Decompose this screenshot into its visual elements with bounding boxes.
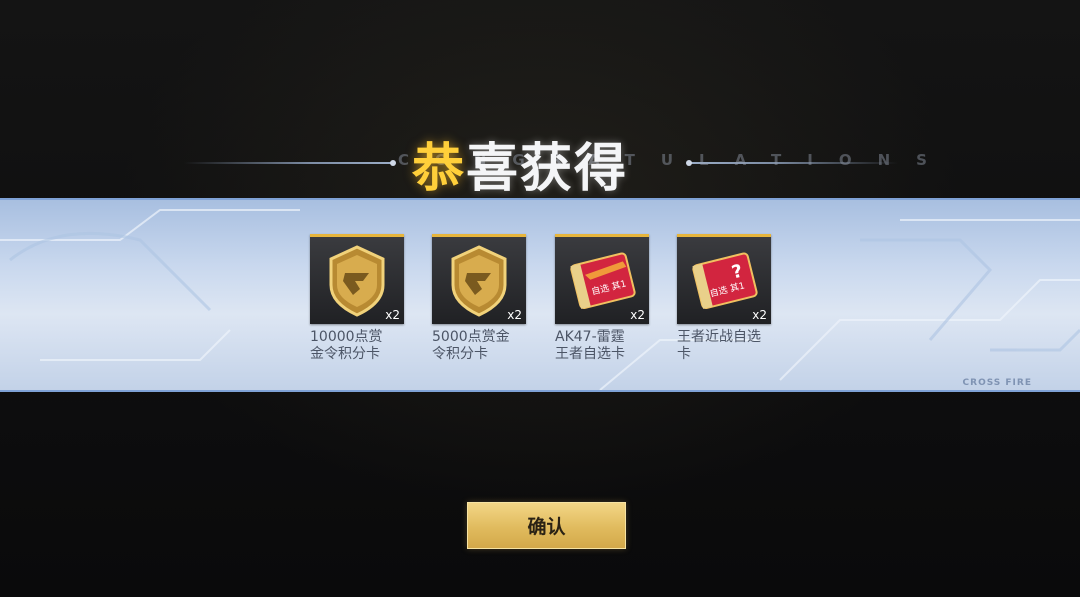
reward-name-line2: 卡 (677, 346, 691, 362)
gold-badge-icon (329, 245, 385, 317)
reward-name-line1: 5000点赏金 (432, 329, 510, 345)
title-divider-left (184, 160, 396, 166)
title-rest: 喜获得 (466, 139, 629, 199)
reward-name-line2: 王者自选卡 (555, 346, 625, 362)
reward-item-3[interactable]: 自选 其1 x2 AK47-雷霆 王者自选卡 (555, 234, 649, 363)
reward-item-4[interactable]: ? 自选 其1 x2 王者近战自选 卡 (677, 234, 771, 363)
reward-name: 王者近战自选 卡 (677, 329, 787, 363)
title-highlight: 恭 (412, 139, 467, 199)
mystery-select-card-icon: ? 自选 其1 (692, 252, 758, 310)
reward-card[interactable]: 自选 其1 x2 (555, 234, 649, 324)
brand-watermark: CROSS FIRE (962, 378, 1032, 388)
reward-card[interactable]: x2 (310, 234, 404, 324)
reward-name-line1: 10000点赏 (310, 329, 383, 345)
reward-count: x2 (385, 308, 400, 322)
confirm-button[interactable]: 确认 (467, 502, 626, 549)
reward-count: x2 (752, 308, 767, 322)
dialog-title: 恭喜获得 (412, 126, 672, 199)
reward-count: x2 (630, 308, 645, 322)
reward-name-line2: 金令积分卡 (310, 346, 380, 362)
reward-count: x2 (507, 308, 522, 322)
reward-name-line1: 王者近战自选 (677, 329, 761, 345)
reward-item-2[interactable]: x2 5000点赏金 令积分卡 (432, 234, 526, 363)
reward-name-line2: 令积分卡 (432, 346, 488, 362)
reward-name: AK47-雷霆 王者自选卡 (555, 329, 665, 363)
reward-item-1[interactable]: x2 10000点赏 金令积分卡 (310, 234, 404, 363)
weapon-select-card-icon: 自选 其1 (570, 252, 636, 310)
reward-card[interactable]: x2 (432, 234, 526, 324)
reward-name: 10000点赏 金令积分卡 (310, 329, 420, 363)
reward-name: 5000点赏金 令积分卡 (432, 329, 542, 363)
reward-name-line1: AK47-雷霆 (555, 329, 625, 345)
title-area: CONGRATULATIONS 恭喜获得 (0, 118, 1080, 199)
gold-badge-icon (451, 245, 507, 317)
reward-card[interactable]: ? 自选 其1 x2 (677, 234, 771, 324)
